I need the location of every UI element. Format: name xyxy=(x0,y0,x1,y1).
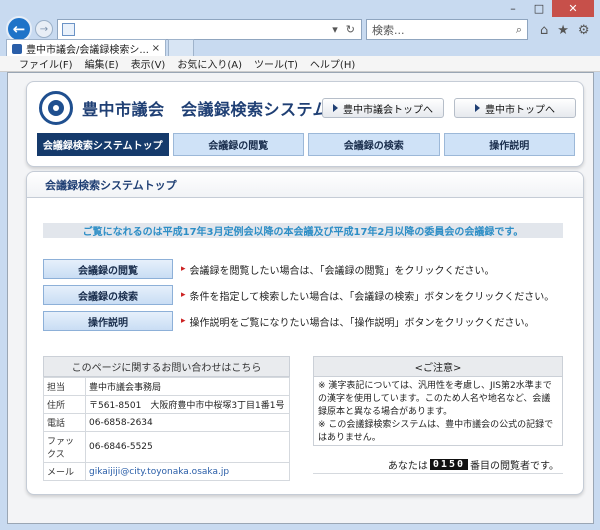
browse-description: 会議録を閲覧したい場合は、「会議録の閲覧」をクリックください。 xyxy=(189,265,495,277)
instructions-description: 操作説明をご覧になりたい場合は、「操作説明」ボタンをクリックください。 xyxy=(189,317,535,329)
table-row: ファックス 06-6846-5525 xyxy=(43,431,290,463)
home-icon[interactable]: ⌂ xyxy=(540,23,548,38)
visitor-prefix: あなたは xyxy=(387,461,428,472)
forward-arrow-icon: → xyxy=(39,23,49,35)
contact-key: メール xyxy=(43,462,86,481)
browser-tab[interactable]: 豊中市議会/会議録検索シ... × xyxy=(6,39,166,57)
contact-value: 〒561-8501 大阪府豊中市中桜塚3丁目1番1号 xyxy=(85,395,290,414)
city-logo-icon xyxy=(39,91,73,125)
visitor-counter: あなたは 0150 番目の閲覧者です。 xyxy=(313,456,563,474)
address-tools: ▾ ↻ xyxy=(332,23,361,36)
contact-table: このページに関するお問い合わせはこちら 担当 豊中市議会事務局 住所 〒561-85… xyxy=(43,356,290,481)
action-row-instructions: 操作説明 ▸ 操作説明をご覧になりたい場合は、「操作説明」ボタンをクリックください… xyxy=(43,311,563,331)
menu-file[interactable]: ファイル(F) xyxy=(19,56,73,71)
menu-view[interactable]: 表示(V) xyxy=(131,56,166,71)
visitor-suffix: 番目の閲覧者です。 xyxy=(470,461,559,472)
council-top-label: 豊中市議会トップへ xyxy=(343,104,433,116)
address-bar[interactable]: ▾ ↻ xyxy=(57,19,362,40)
table-row: 電話 06-6858-2634 xyxy=(43,413,290,432)
bullet-icon: ▸ xyxy=(181,290,186,300)
search-placeholder: 検索... xyxy=(372,23,405,37)
tab-browse-minutes[interactable]: 会議録の閲覧 xyxy=(172,133,304,156)
city-top-label: 豊中市トップへ xyxy=(485,104,555,116)
browser-window: – □ ✕ ← → ▾ ↻ 検索... ⌕ ⌂ ★ ⚙ 豊中市議会/会議録検索シ… xyxy=(0,0,600,530)
action-row-browse: 会議録の閲覧 ▸ 会議録を閲覧したい場合は、「会議録の閲覧」をクリックください。 xyxy=(43,259,563,279)
settings-gear-icon[interactable]: ⚙ xyxy=(578,23,590,38)
search-minutes-button[interactable]: 会議録の検索 xyxy=(43,285,173,305)
tab-close-icon[interactable]: × xyxy=(152,43,165,54)
main-nav: 会議録検索システムトップ 会議録の閲覧 会議録の検索 操作説明 xyxy=(37,133,575,156)
action-row-search: 会議録の検索 ▸ 条件を指定して検索したい場合は、「会議録の検索」ボタンをクリック… xyxy=(43,285,563,305)
arrow-right-icon xyxy=(333,104,338,112)
content-heading: 会議録検索システムトップ xyxy=(27,172,583,198)
tab-strip: 豊中市議会/会議録検索シ... × xyxy=(0,39,600,57)
favorites-star-icon[interactable]: ★ xyxy=(557,23,569,38)
caution-title: <ご注意> xyxy=(314,357,562,377)
menu-edit[interactable]: 編集(E) xyxy=(85,56,119,71)
site-title: 豊中市議会 会議録検索システム xyxy=(82,100,330,119)
table-row: 担当 豊中市議会事務局 xyxy=(43,377,290,396)
contact-value: 豊中市議会事務局 xyxy=(85,377,290,396)
contact-key: 担当 xyxy=(43,377,86,396)
tab-system-top[interactable]: 会議録検索システムトップ xyxy=(37,133,169,156)
site-header: 豊中市議会 会議録検索システム 豊中市議会トップへ 豊中市トップへ 会議録検索シ… xyxy=(26,81,584,167)
instructions-button[interactable]: 操作説明 xyxy=(43,311,173,331)
menu-help[interactable]: ヘルプ(H) xyxy=(310,56,355,71)
visitor-count: 0150 xyxy=(429,459,468,470)
city-top-button[interactable]: 豊中市トップへ xyxy=(454,98,576,118)
bullet-icon: ▸ xyxy=(181,264,186,274)
favicon-icon xyxy=(12,43,22,54)
contact-key: ファックス xyxy=(43,431,86,463)
table-row: メール gikaijiji@city.toyonaka.osaka.jp xyxy=(43,462,290,481)
arrow-right-icon xyxy=(475,104,480,112)
search-box[interactable]: 検索... ⌕ xyxy=(366,19,528,40)
table-row: 住所 〒561-8501 大阪府豊中市中桜塚3丁目1番1号 xyxy=(43,395,290,414)
browser-toolbar: ← → ▾ ↻ 検索... ⌕ ⌂ ★ ⚙ xyxy=(0,14,600,42)
notice-banner: ご覧になれるのは平成17年3月定例会以降の本会議及び平成17年2月以降の委員会の… xyxy=(43,223,563,238)
dropdown-icon[interactable]: ▾ xyxy=(332,23,338,36)
content-panel: 会議録検索システムトップ ご覧になれるのは平成17年3月定例会以降の本会議及び平… xyxy=(26,171,584,495)
contact-key: 電話 xyxy=(43,413,86,432)
contact-title: このページに関するお問い合わせはこちら xyxy=(43,356,290,377)
caution-body: ※ 漢字表記については、汎用性を考慮し、JIS第2水準までの漢字を使用しています… xyxy=(314,377,562,445)
forward-button[interactable]: → xyxy=(35,20,53,38)
browse-minutes-button[interactable]: 会議録の閲覧 xyxy=(43,259,173,279)
menu-bar: ファイル(F) 編集(E) 表示(V) お気に入り(A) ツール(T) ヘルプ(… xyxy=(0,56,600,72)
menu-favorites[interactable]: お気に入り(A) xyxy=(177,56,242,71)
council-top-button[interactable]: 豊中市議会トップへ xyxy=(322,98,444,118)
search-description: 条件を指定して検索したい場合は、「会議録の検索」ボタンをクリックください。 xyxy=(189,291,555,303)
search-icon[interactable]: ⌕ xyxy=(516,23,527,37)
new-tab-button[interactable] xyxy=(168,39,194,57)
caution-line: ※ 漢字表記については、汎用性を考慮し、JIS第2水準までの漢字を使用しています… xyxy=(318,381,552,417)
contact-key: 住所 xyxy=(43,395,86,414)
contact-value: 06-6846-5525 xyxy=(85,431,290,463)
contact-value: 06-6858-2634 xyxy=(85,413,290,432)
refresh-icon[interactable]: ↻ xyxy=(346,23,355,36)
menu-tools[interactable]: ツール(T) xyxy=(254,56,298,71)
browser-icons: ⌂ ★ ⚙ xyxy=(540,23,590,38)
tab-instructions[interactable]: 操作説明 xyxy=(443,133,575,156)
tab-search-minutes[interactable]: 会議録の検索 xyxy=(308,133,440,156)
email-link[interactable]: gikaijiji@city.toyonaka.osaka.jp xyxy=(85,462,290,481)
caution-box: <ご注意> ※ 漢字表記については、汎用性を考慮し、JIS第2水準までの漢字を使… xyxy=(313,356,563,446)
bullet-icon: ▸ xyxy=(181,316,186,326)
back-arrow-icon: ← xyxy=(12,20,26,38)
page-content: 豊中市議会 会議録検索システム 豊中市議会トップへ 豊中市トップへ 会議録検索シ… xyxy=(7,72,594,524)
caution-line: ※ この会議録検索システムは、豊中市議会の公式の記録ではありません。 xyxy=(318,420,554,443)
tab-title: 豊中市議会/会議録検索シ... xyxy=(26,45,149,56)
page-icon xyxy=(62,23,75,36)
